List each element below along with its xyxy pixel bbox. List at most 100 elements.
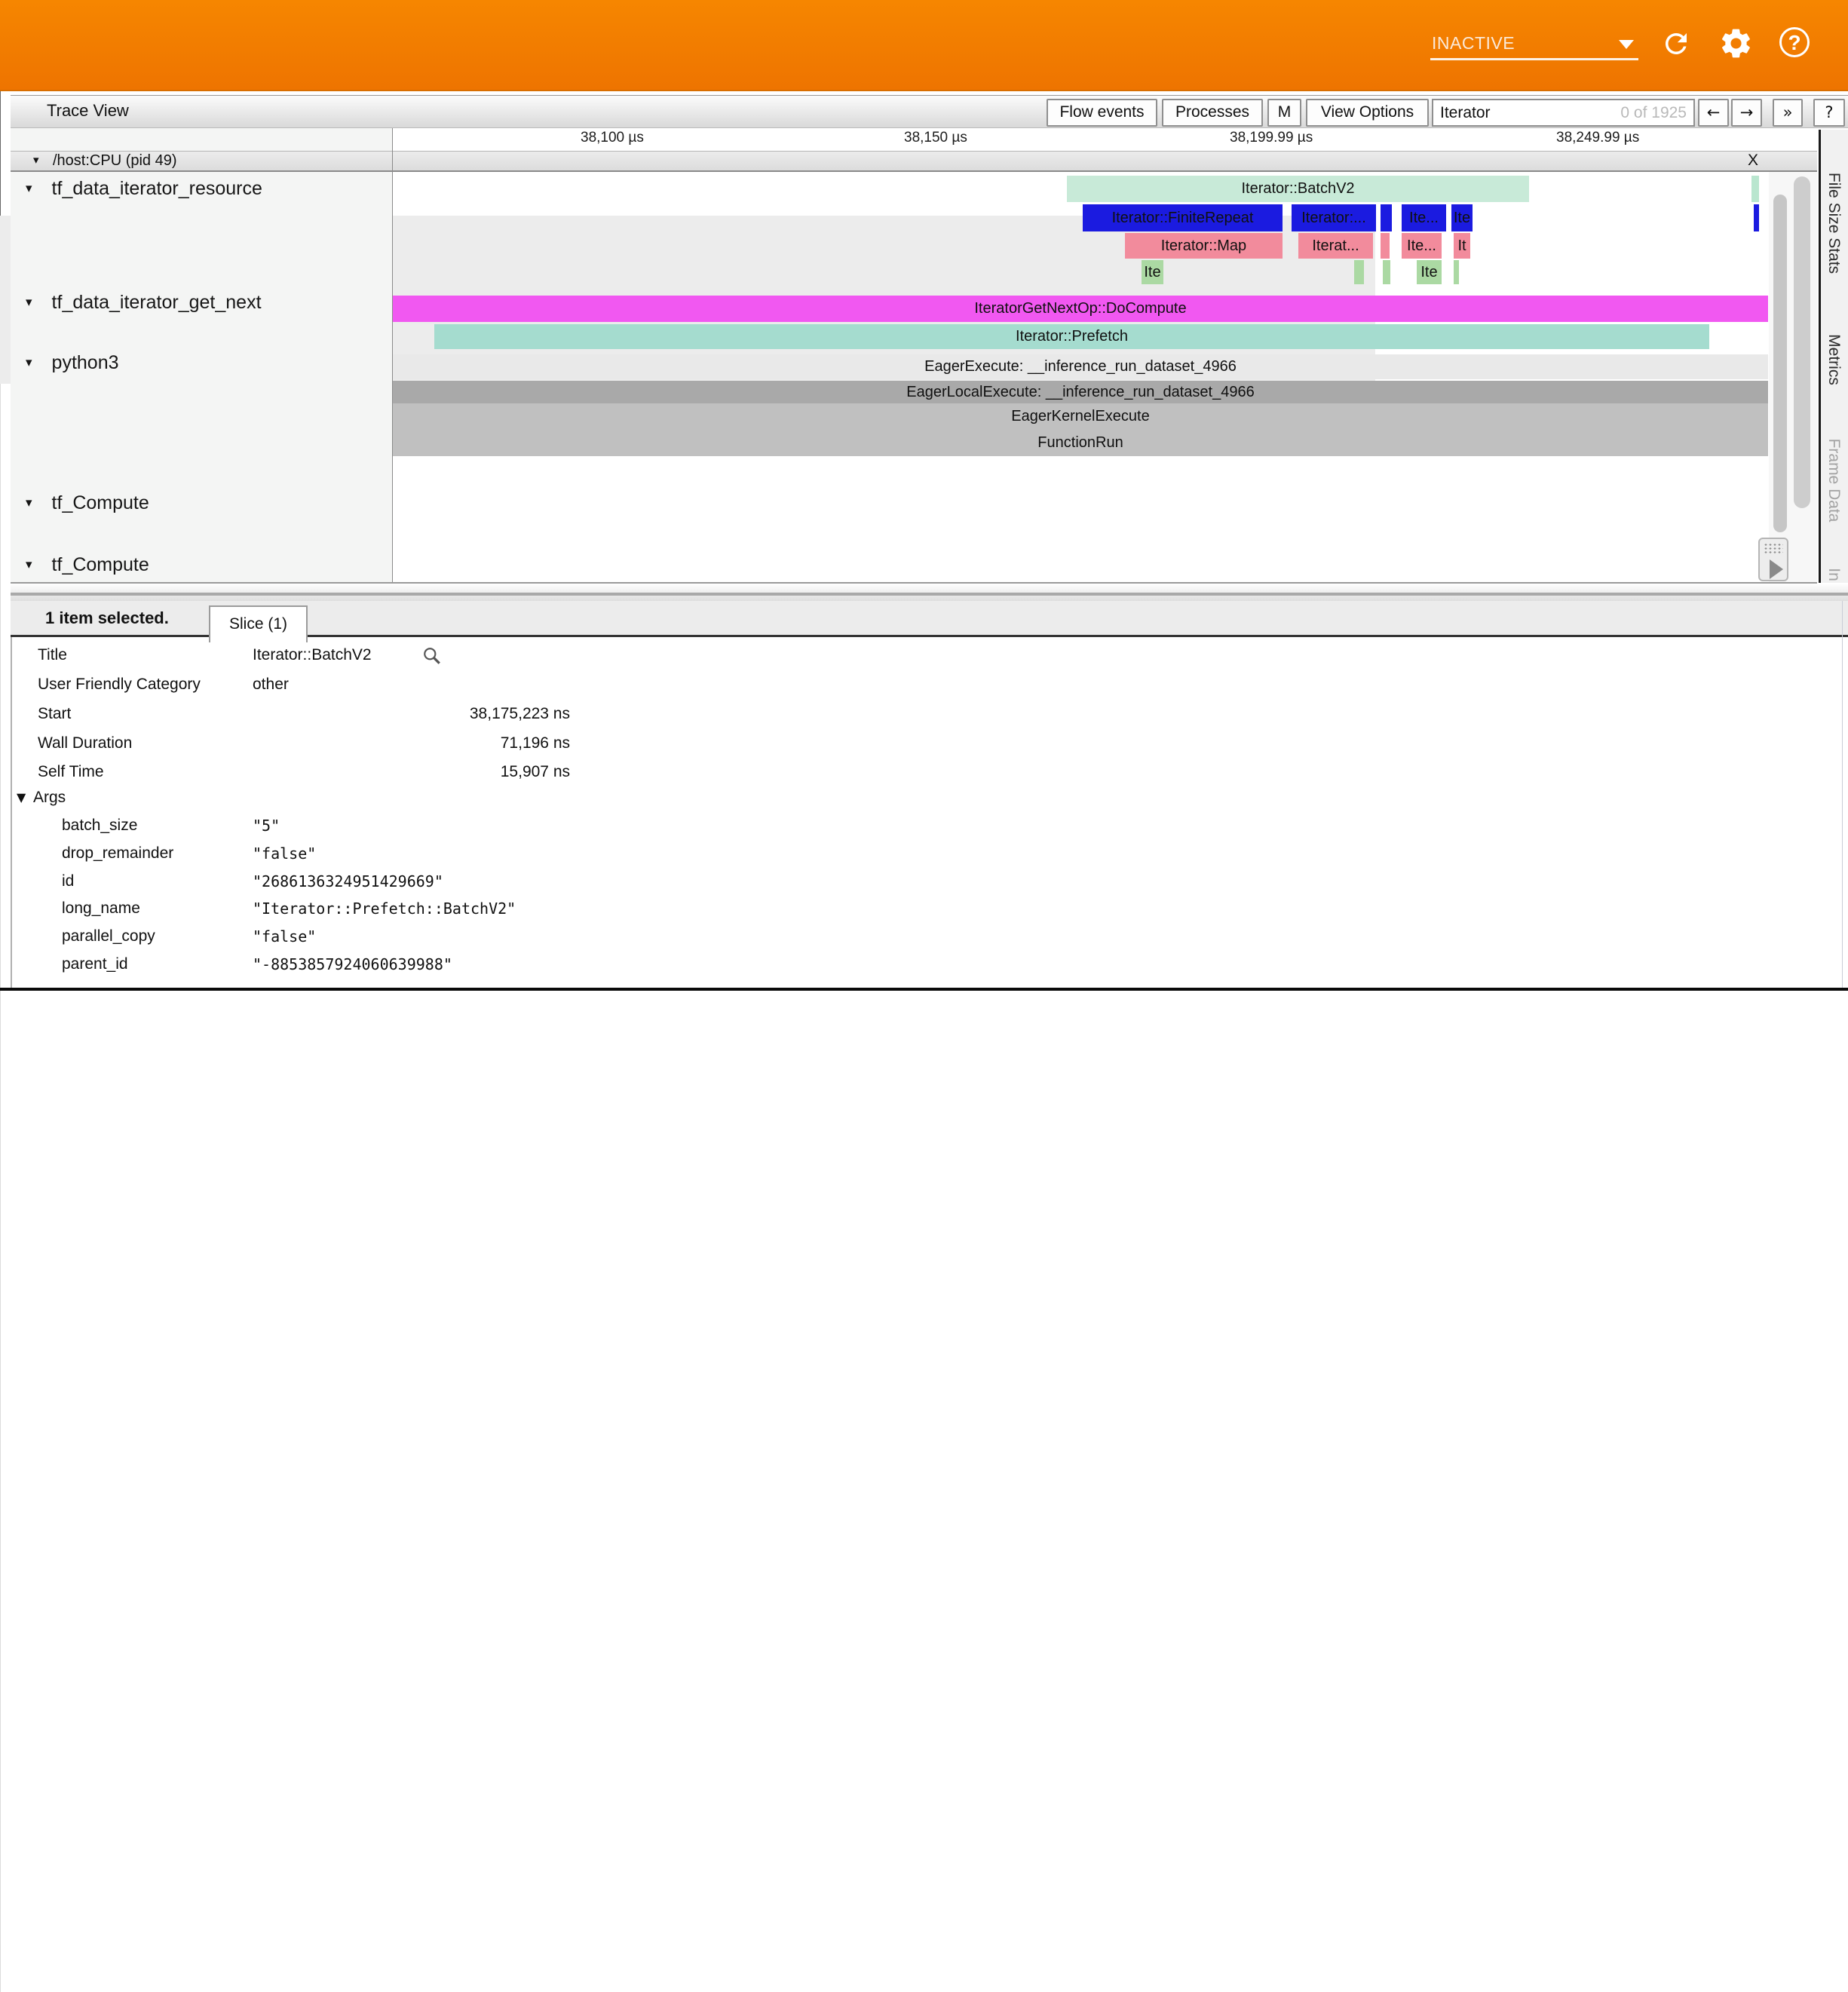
panel-splitter[interactable] — [11, 584, 1848, 601]
profiler-trace-viewer: INACTIVE ? Trace View Iterator 0 of 1925… — [0, 0, 1848, 996]
track-label[interactable]: ▾ tf_data_iterator_resource — [26, 178, 262, 200]
next-match-button[interactable]: → — [1731, 99, 1762, 127]
inner-vertical-scrollbar[interactable] — [1773, 195, 1787, 532]
args-collapse-icon[interactable]: ▼ — [17, 790, 26, 804]
track-name: tf_Compute — [52, 554, 149, 575]
arg-value: "5" — [253, 817, 280, 835]
shortcuts-help-button[interactable]: ? — [1813, 99, 1845, 127]
gear-icon[interactable] — [1718, 26, 1754, 61]
side-tab-in[interactable]: In — [1825, 568, 1843, 581]
search-input[interactable]: Iterator 0 of 1925 — [1432, 99, 1695, 127]
ruler-minor-tick — [0, 95, 1, 103]
track-name: tf_data_iterator_get_next — [52, 292, 262, 313]
process-title: /host:CPU (pid 49) — [53, 152, 177, 170]
track-label[interactable]: ▾python3 — [26, 352, 119, 374]
arg-row: long_name"Iterator::Prefetch::BatchV2" — [11, 899, 1835, 928]
timeline-gridline — [0, 1204, 1, 1614]
collapse-arrow-icon[interactable]: ▾ — [26, 181, 32, 196]
magnifier-icon[interactable] — [422, 646, 442, 666]
trace-slice[interactable]: EagerLocalExecute: __inference_run_datas… — [393, 381, 1768, 403]
close-process-button[interactable]: X — [1742, 152, 1764, 171]
collapse-arrow-icon[interactable]: ▾ — [26, 295, 32, 310]
timeline-gridline — [0, 794, 1, 1204]
app-header: INACTIVE ? — [0, 0, 1848, 91]
detail-key: Start — [38, 705, 71, 723]
outer-vertical-scrollbar[interactable] — [1794, 176, 1810, 508]
trace-slice[interactable]: Iterat... — [1298, 233, 1373, 259]
toolbar-button-m[interactable]: M — [1267, 99, 1301, 127]
detail-key: User Friendly Category — [38, 676, 201, 694]
track-label[interactable]: ▾ tf_Compute — [26, 554, 149, 576]
trace-slice[interactable]: FunctionRun — [393, 430, 1768, 456]
trace-slice[interactable] — [1381, 233, 1390, 259]
trace-slice[interactable]: EagerKernelExecute — [393, 403, 1768, 430]
trace-slice[interactable]: IteratorGetNextOp::DoCompute — [393, 296, 1768, 322]
trace-slice[interactable]: Ite — [1142, 260, 1163, 284]
trace-slice[interactable] — [1754, 204, 1759, 231]
ruler-tick-label: 38,150 µs — [904, 130, 967, 146]
ruler-minor-tick — [0, 201, 1, 208]
detail-value: 71,196 ns — [253, 734, 570, 752]
grippy-arrow-icon — [1770, 559, 1783, 579]
ruler-minor-tick — [0, 148, 1, 155]
arg-value: "false" — [253, 927, 316, 945]
toolbar-button-flow-events[interactable]: Flow events — [1047, 99, 1157, 127]
arg-row: drop_remainder"false" — [11, 844, 1835, 873]
track-name: tf_Compute — [52, 492, 149, 513]
ruler-minor-tick — [0, 110, 1, 118]
collapse-arrow-icon[interactable]: ▾ — [26, 355, 32, 370]
trace-slice[interactable]: Iterator::Prefetch — [434, 324, 1709, 349]
trace-slice[interactable] — [1751, 176, 1759, 202]
trace-slice[interactable]: Ite — [1417, 260, 1442, 284]
side-tab-metrics[interactable]: Metrics — [1825, 334, 1843, 385]
collapse-arrow-icon[interactable]: ▾ — [26, 557, 32, 572]
detail-key: Title — [38, 646, 67, 664]
ruler-minor-tick — [0, 155, 1, 163]
arg-value: "-8853857924060639988" — [253, 955, 452, 973]
side-tab-file-size-stats[interactable]: File Size Stats — [1825, 173, 1843, 274]
process-header[interactable]: ▾ /host:CPU (pid 49) X — [11, 151, 1817, 172]
ruler-minor-tick — [0, 133, 1, 140]
ruler-tick-label: 38,249.99 µs — [1556, 130, 1639, 146]
trace-slice[interactable]: Ite — [1451, 204, 1473, 231]
expand-panel-button[interactable]: » — [1773, 99, 1803, 127]
toolbar-button-view-options[interactable]: View Options — [1306, 99, 1429, 127]
help-icon[interactable]: ? — [1779, 27, 1810, 57]
capture-status-dropdown[interactable]: INACTIVE — [1430, 27, 1638, 60]
refresh-icon[interactable] — [1660, 28, 1692, 60]
ruler-minor-tick — [0, 208, 1, 216]
ruler-label-gutter — [11, 128, 393, 151]
track-label[interactable]: ▾ tf_data_iterator_get_next — [26, 292, 262, 314]
trace-slice[interactable]: Iterator::FiniteRepeat — [1083, 204, 1283, 231]
collapse-arrow-icon[interactable]: ▾ — [26, 495, 32, 510]
bottom-border — [0, 988, 1848, 991]
panel-title: Trace View — [47, 101, 129, 121]
timeline-gridline — [0, 1614, 1, 1992]
trace-slice[interactable] — [1383, 260, 1390, 284]
track-name: tf_data_iterator_resource — [52, 178, 262, 199]
trace-slice[interactable]: It — [1454, 233, 1470, 259]
trace-slice[interactable]: Iterator::BatchV2 — [1067, 176, 1529, 202]
trace-slice[interactable]: Iterator:... — [1292, 204, 1376, 231]
trace-slice[interactable] — [1454, 260, 1459, 284]
arg-row: batch_size"5" — [11, 817, 1835, 845]
collapse-arrow-icon[interactable]: ▾ — [33, 153, 39, 167]
side-tab-frame-data[interactable]: Frame Data — [1825, 439, 1843, 523]
trace-slice[interactable]: EagerExecute: __inference_run_dataset_49… — [393, 354, 1768, 379]
selection-summary: 1 item selected. — [45, 608, 169, 628]
ruler-minor-tick — [0, 103, 1, 110]
trace-slice[interactable] — [1354, 260, 1364, 284]
tab-slice[interactable]: Slice (1) — [209, 605, 308, 642]
trace-slice[interactable]: Iterator::Map — [1125, 233, 1283, 259]
ruler-minor-tick — [0, 185, 1, 193]
ruler-minor-tick — [0, 163, 1, 170]
detail-value: 38,175,223 ns — [253, 705, 570, 723]
detail-value: other — [253, 676, 289, 694]
trace-slice[interactable]: Ite... — [1402, 204, 1446, 231]
toolbar-button-processes[interactable]: Processes — [1162, 99, 1263, 127]
trace-slice[interactable]: Ite... — [1402, 233, 1442, 259]
track-label[interactable]: ▾ tf_Compute — [26, 492, 149, 514]
prev-match-button[interactable]: ← — [1698, 99, 1729, 127]
trace-slice[interactable] — [1381, 204, 1392, 231]
detail-value: 15,907 ns — [253, 763, 570, 781]
